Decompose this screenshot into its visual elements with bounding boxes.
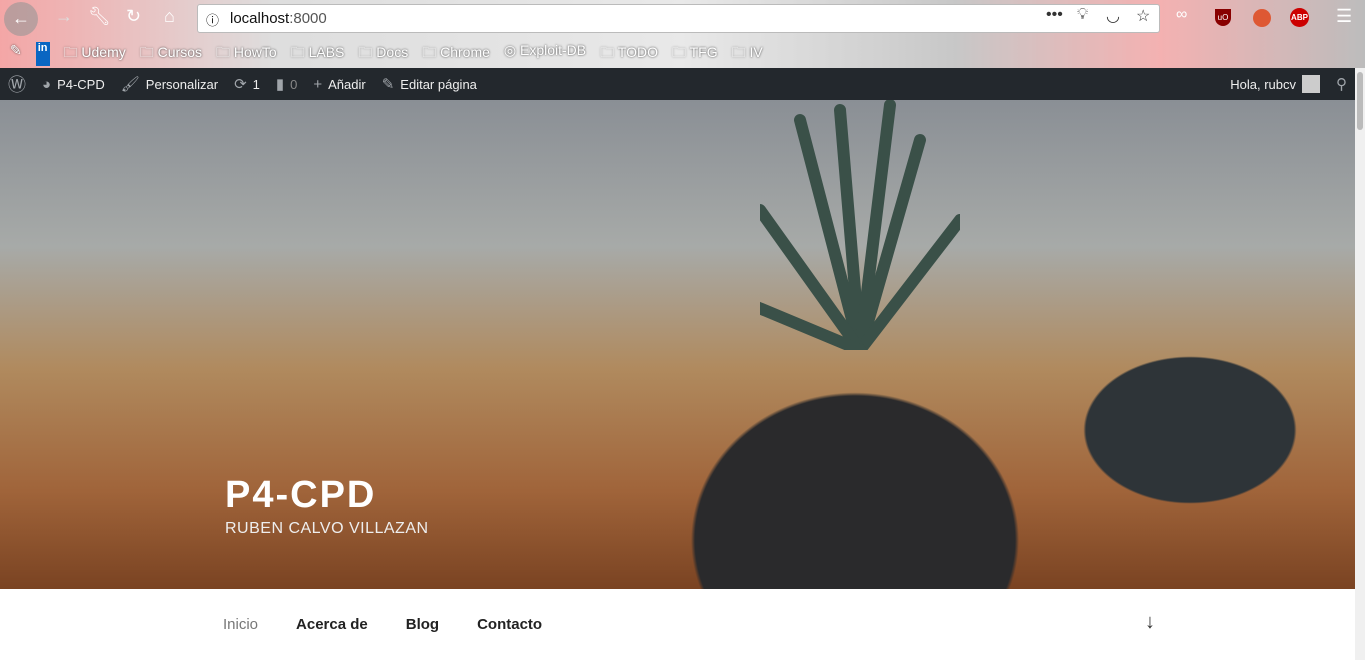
bookmark-folder[interactable]: 🗀︎ Udemy (64, 42, 126, 66)
updates-count: 1 (252, 76, 260, 92)
forward-button[interactable]: → (55, 6, 73, 27)
bookmark-folder[interactable]: 🗀︎ Cursos (140, 42, 202, 66)
scroll-down-arrow-icon[interactable]: ↓ (1145, 611, 1155, 634)
updates-icon: ⟳ (234, 76, 247, 93)
search-icon: ⚲ (1336, 76, 1347, 93)
header-image: P4-CPD RUBEN CALVO VILLAZAN (0, 100, 1355, 589)
bookmark-folder[interactable]: 🗀︎ TODO (600, 42, 658, 66)
customize-label: Personalizar (145, 76, 219, 92)
url-bar[interactable]: ⓘ localhost:8000 (197, 4, 1160, 33)
lightbulb-icon[interactable]: 💡︎ (1077, 6, 1088, 24)
bookmark-folder[interactable]: 🗀︎ Docs (358, 42, 408, 66)
avatar (1302, 75, 1320, 93)
menu-icon[interactable]: ☰ (1336, 6, 1352, 27)
search-button[interactable]: ⚲ (1328, 68, 1355, 100)
bookmark-label: TODO (617, 44, 658, 60)
url-port: :8000 (289, 10, 327, 27)
nav-item-contacto[interactable]: Contacto (477, 616, 542, 633)
bookmark-label: IV (749, 44, 763, 60)
site-title[interactable]: P4-CPD (225, 474, 376, 517)
dashboard-icon: ◕ (42, 75, 52, 93)
mask-icon[interactable]: ∞ (1176, 6, 1187, 24)
plant-illustration (760, 100, 960, 350)
bookmark-folder[interactable]: 🗀︎ TFG (672, 42, 718, 66)
site-name-label: P4-CPD (57, 76, 105, 92)
bookmark-folder[interactable]: 🗀︎ IV (732, 42, 763, 66)
comments-count: 0 (290, 76, 298, 92)
edit-page-link[interactable]: ✎ Editar página (374, 68, 485, 100)
scrollbar[interactable] (1355, 68, 1365, 660)
bookmark-label: HowTo (233, 44, 277, 60)
comment-icon: ▮ (275, 76, 285, 93)
page-actions-icon[interactable]: ••• (1046, 6, 1063, 24)
adblock-plus-icon[interactable]: ABP (1290, 8, 1309, 27)
comments-link[interactable]: ▮ 0 (268, 68, 306, 100)
greeting-label: Hola, rubcv (1230, 76, 1296, 92)
bookmarks-bar: ✎ in 🗀︎ Udemy 🗀︎ Cursos 🗀︎ HowTo 🗀︎ LABS… (10, 42, 763, 66)
my-account-link[interactable]: Hola, rubcv (1222, 68, 1328, 100)
wordpress-icon: Ⓦ (8, 75, 26, 95)
bookmark-label: Docs (376, 44, 409, 60)
home-button[interactable]: ⌂ (164, 6, 175, 27)
brush-icon: 🖌︎ (120, 76, 140, 93)
bookmark-folder[interactable]: 🗀︎ HowTo (216, 42, 277, 66)
bookmark-icon[interactable]: ✎ (10, 42, 22, 66)
bookmark-link[interactable]: ◎ Exploit-DB (504, 42, 586, 66)
bookmark-label: TFG (689, 44, 718, 60)
edit-page-label: Editar página (400, 76, 477, 92)
duckduckgo-icon[interactable] (1253, 9, 1271, 27)
back-button[interactable]: ← (4, 2, 38, 36)
customize-link[interactable]: 🖌︎ Personalizar (113, 68, 226, 100)
nav-item-acerca-de[interactable]: Acerca de (296, 616, 368, 633)
plus-icon: + (313, 75, 323, 93)
reload-button[interactable]: ↻ (126, 6, 141, 27)
bookmark-folder[interactable]: 🗀︎ LABS (291, 42, 345, 66)
info-icon: ⓘ (206, 13, 220, 28)
scrollbar-thumb[interactable] (1357, 72, 1363, 130)
site-name-link[interactable]: ◕ P4-CPD (34, 68, 113, 100)
wrench-icon[interactable]: 🔧︎ (88, 6, 111, 27)
nav-item-blog[interactable]: Blog (406, 616, 439, 633)
bookmark-label: Cursos (157, 44, 203, 60)
bookmark-label: Chrome (440, 44, 490, 60)
bookmark-folder[interactable]: 🗀︎ Chrome (422, 42, 490, 66)
bookmark-star-icon[interactable]: ☆ (1136, 6, 1150, 26)
updates-link[interactable]: ⟳ 1 (226, 68, 268, 100)
nav-item-inicio[interactable]: Inicio (223, 616, 258, 633)
bookmark-label: LABS (308, 44, 345, 60)
url-host: localhost (230, 10, 290, 27)
add-new-link[interactable]: + Añadir (305, 68, 373, 100)
wp-admin-bar: Ⓦ ◕ P4-CPD 🖌︎ Personalizar ⟳ 1 ▮ 0 + Añadir ✎… (0, 68, 1355, 100)
bookmark-label: Exploit-DB (520, 42, 587, 58)
add-new-label: Añadir (328, 76, 366, 92)
wordpress-logo-button[interactable]: Ⓦ (0, 68, 34, 100)
pencil-icon: ✎ (381, 76, 395, 93)
ublock-icon[interactable]: uO (1215, 9, 1231, 26)
pocket-icon[interactable]: ◡ (1106, 6, 1120, 26)
linkedin-icon[interactable]: in (35, 42, 50, 66)
bookmark-label: Udemy (81, 44, 126, 60)
site-description: RUBEN CALVO VILLAZAN (225, 520, 429, 537)
